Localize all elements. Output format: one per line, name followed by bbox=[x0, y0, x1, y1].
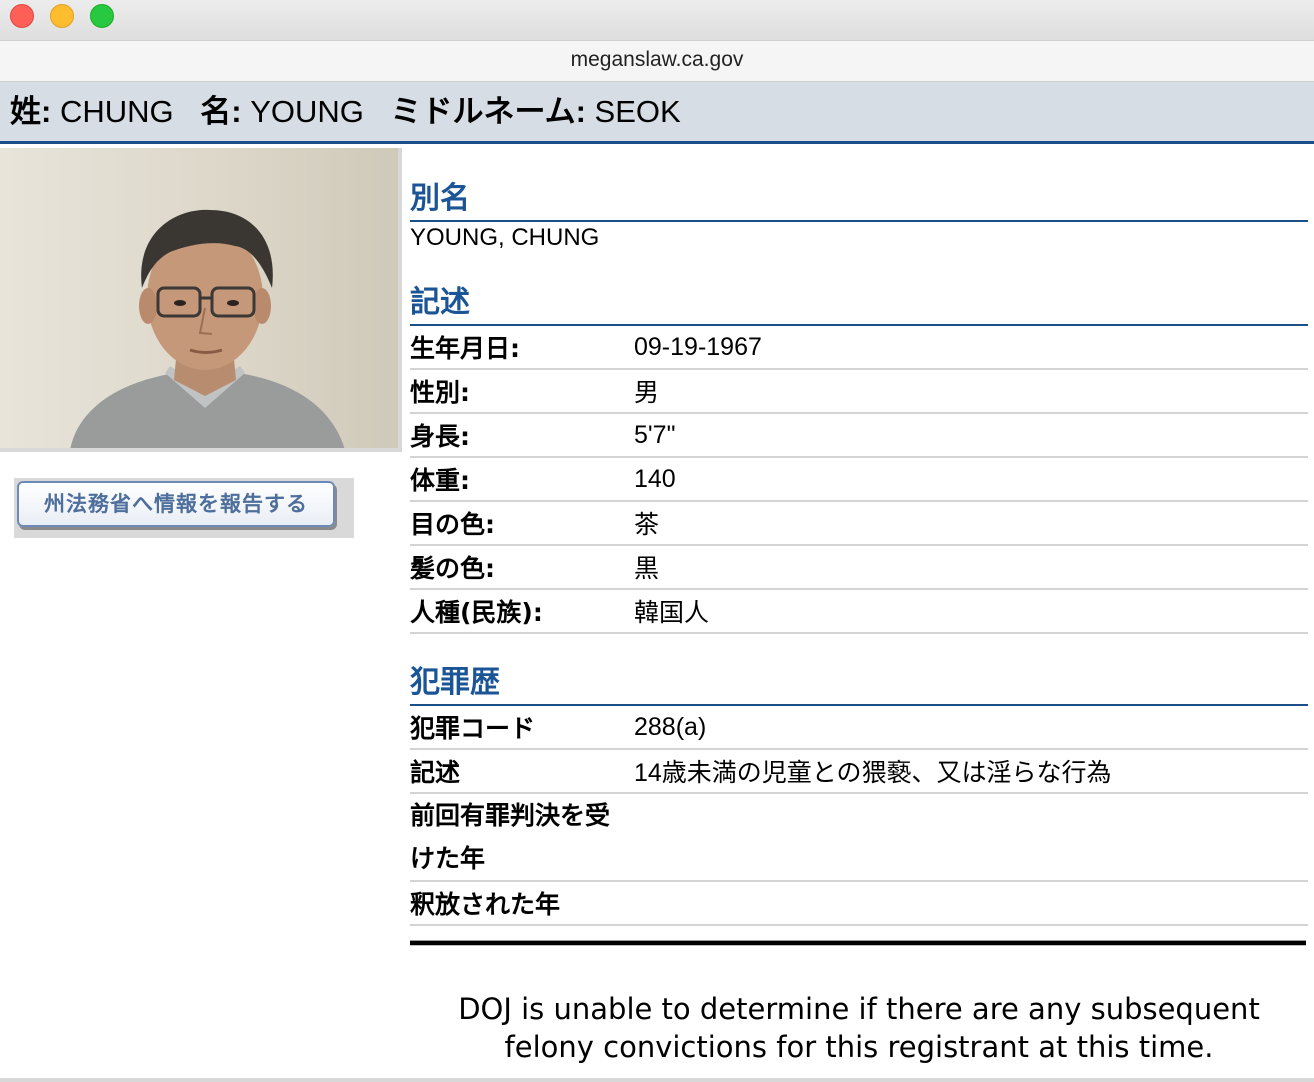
first-name-value: YOUNG bbox=[250, 94, 364, 129]
crime-section-title: 犯罪歴 bbox=[410, 660, 1308, 706]
hair-color-value: 黒 bbox=[634, 545, 1308, 590]
report-to-doj-button[interactable]: 州法務省へ情報を報告する bbox=[17, 481, 335, 527]
offense-description-value: 14歳未満の児童との猥褻、又は淫らな行為 bbox=[634, 749, 1308, 794]
doj-notice-text: DOJ is unable to determine if there are … bbox=[458, 992, 1260, 1064]
ethnicity-label: 人種(民族): bbox=[410, 589, 634, 634]
report-button-container: 州法務省へ情報を報告する bbox=[14, 478, 354, 538]
registrant-details: 別名 YOUNG, CHUNG 記述 生年月日: 09-19-1967 性別: … bbox=[410, 150, 1308, 926]
table-row: 目の色: 茶 bbox=[410, 501, 1308, 546]
last-conviction-year-value bbox=[634, 793, 1308, 882]
release-year-label: 釈放された年 bbox=[410, 881, 634, 926]
offense-code-value: 288(a) bbox=[634, 706, 1308, 750]
table-row: 髪の色: 黒 bbox=[410, 545, 1308, 590]
minimize-window-button[interactable] bbox=[50, 4, 74, 28]
zoom-window-button[interactable] bbox=[90, 4, 114, 28]
offense-code-label: 犯罪コード bbox=[410, 706, 634, 750]
table-row: 身長: 5'7" bbox=[410, 413, 1308, 458]
weight-value: 140 bbox=[634, 457, 1308, 502]
sex-label: 性別: bbox=[410, 369, 634, 414]
section-divider bbox=[410, 940, 1306, 946]
registrant-name-bar: 姓: CHUNG 名: YOUNG ミドルネーム: SEOK bbox=[0, 82, 1314, 144]
dob-value: 09-19-1967 bbox=[634, 326, 1308, 370]
height-value: 5'7" bbox=[634, 413, 1308, 458]
dob-label: 生年月日: bbox=[410, 326, 634, 370]
last-conviction-year-label: 前回有罪判決を受けた年 bbox=[410, 793, 634, 882]
hair-color-label: 髪の色: bbox=[410, 545, 634, 590]
alias-value: YOUNG, CHUNG bbox=[410, 224, 600, 251]
table-row: 前回有罪判決を受けた年 bbox=[410, 793, 1308, 882]
table-row: 体重: 140 bbox=[410, 457, 1308, 502]
table-row: 性別: 男 bbox=[410, 369, 1308, 414]
first-name-label: 名: bbox=[200, 94, 242, 129]
description-table: 生年月日: 09-19-1967 性別: 男 身長: 5'7" 体重: 140 … bbox=[410, 326, 1308, 634]
release-year-value bbox=[634, 881, 1308, 926]
eye-color-label: 目の色: bbox=[410, 501, 634, 546]
last-name-value: CHUNG bbox=[59, 94, 174, 129]
address-bar[interactable]: meganslaw.ca.gov bbox=[0, 41, 1314, 82]
last-name-label: 姓: bbox=[10, 94, 52, 129]
crime-table: 犯罪コード 288(a) 記述 14歳未満の児童との猥褻、又は淫らな行為 前回有… bbox=[410, 706, 1308, 926]
middle-name-value: SEOK bbox=[594, 94, 681, 129]
close-window-button[interactable] bbox=[10, 4, 34, 28]
sex-value: 男 bbox=[634, 369, 1308, 414]
description-section-title: 記述 bbox=[410, 280, 1308, 326]
eye-color-value: 茶 bbox=[634, 501, 1308, 546]
ethnicity-value: 韓国人 bbox=[634, 589, 1308, 634]
table-row: 記述 14歳未満の児童との猥褻、又は淫らな行為 bbox=[410, 749, 1308, 794]
registrant-photo bbox=[0, 148, 400, 450]
table-row: 生年月日: 09-19-1967 bbox=[410, 326, 1308, 370]
person-portrait-image bbox=[70, 209, 345, 450]
weight-label: 体重: bbox=[410, 457, 634, 502]
height-label: 身長: bbox=[410, 413, 634, 458]
offense-description-label: 記述 bbox=[410, 749, 634, 794]
table-row: 人種(民族): 韓国人 bbox=[410, 589, 1308, 634]
table-row: 釈放された年 bbox=[410, 881, 1308, 926]
window-titlebar bbox=[0, 0, 1314, 41]
table-row: 犯罪コード 288(a) bbox=[410, 706, 1308, 750]
alias-section-title: 別名 bbox=[410, 176, 1308, 222]
middle-name-label: ミドルネーム: bbox=[390, 94, 586, 129]
